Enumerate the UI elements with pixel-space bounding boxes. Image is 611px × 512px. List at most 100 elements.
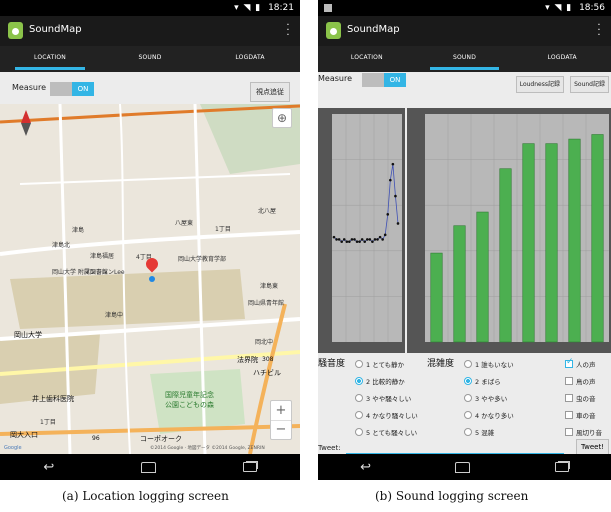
loudness-point <box>391 162 395 166</box>
noise-option-label: 2 比較的静か <box>366 378 405 386</box>
source-check-1[interactable] <box>565 357 574 368</box>
navigation-bar: ↩ <box>0 454 300 480</box>
noise-radio-3[interactable] <box>355 394 363 402</box>
noise-option-5[interactable]: 5 とても騒々しい <box>355 428 417 438</box>
action-bar: SoundMap · · · <box>0 16 300 46</box>
tweet-input[interactable] <box>346 443 564 454</box>
loudness-point <box>348 240 351 243</box>
source-option-5[interactable]: 風切り音 <box>565 428 602 438</box>
back-icon[interactable]: ↩ <box>43 460 54 475</box>
loudness-point <box>376 238 379 241</box>
zoom-out-button[interactable]: − <box>271 421 291 440</box>
noise-option-2[interactable]: 2 比較的静か <box>355 377 405 387</box>
measure-toggle[interactable]: ON <box>362 73 406 87</box>
map-label-okadai-iriguchi: 岡大入口 <box>10 431 38 439</box>
app-title: SoundMap <box>29 24 82 35</box>
crowd-radio-3[interactable] <box>464 394 472 402</box>
map-label-tsushima: 津島 <box>72 227 85 234</box>
home-icon[interactable] <box>140 461 156 473</box>
crowd-radio-4[interactable] <box>464 411 472 419</box>
source-check-4[interactable] <box>565 411 573 419</box>
loudness-point <box>368 238 372 241</box>
crowd-option-1[interactable]: 1 誰もいない <box>464 360 514 370</box>
source-option-1[interactable]: 人の声 <box>565 357 596 370</box>
noise-option-label: 1 とても静か <box>366 361 405 369</box>
loudness-point <box>353 238 356 241</box>
crowd-radio-2[interactable] <box>464 377 472 385</box>
noise-radio-4[interactable] <box>355 411 363 419</box>
source-check-3[interactable] <box>565 394 573 402</box>
zoom-in-button[interactable]: + <box>271 401 291 421</box>
follow-view-button[interactable]: 視点追従 <box>250 82 290 102</box>
source-check-2[interactable] <box>565 377 573 385</box>
noise-option-label: 4 かなり騒々しい <box>366 412 418 420</box>
tab-bar: LOCATION SOUND LOGDATA <box>318 46 611 72</box>
noise-radio-2[interactable] <box>355 377 363 385</box>
frequency-bar-chart <box>425 114 609 343</box>
current-position-dot <box>149 276 155 282</box>
recent-apps-icon[interactable] <box>554 462 569 472</box>
google-logo: Google <box>4 445 22 451</box>
map-label-copo-oak: コーポオーク <box>140 435 182 443</box>
crowd-option-5[interactable]: 5 混雑 <box>464 428 494 438</box>
caption-b: (b) Sound logging screen <box>375 489 529 503</box>
measure-toggle[interactable]: ON <box>50 82 94 96</box>
source-option-3[interactable]: 虫の音 <box>565 394 596 404</box>
tab-sound[interactable]: SOUND <box>100 46 200 72</box>
map-label-park-line2: 公園こどもの森 <box>165 401 214 409</box>
noise-option-1[interactable]: 1 とても静か <box>355 360 404 370</box>
overflow-menu-icon[interactable]: · · · <box>286 21 290 41</box>
back-icon[interactable]: ↩ <box>360 460 371 475</box>
loudness-point <box>332 235 336 239</box>
action-bar: SoundMap · · · <box>318 16 611 46</box>
status-time: 18:21 <box>268 3 294 13</box>
source-option-label: 車の音 <box>576 412 596 420</box>
measure-toggle-state: ON <box>384 73 406 87</box>
map-attribution: ©2014 Google · 地図データ ©2014 Google, ZENRI… <box>150 446 265 451</box>
status-bar: ▾ ◥ ▮ 18:56 <box>318 0 611 16</box>
status-time: 18:56 <box>579 3 605 13</box>
tab-location[interactable]: LOCATION <box>318 46 416 72</box>
sound-record-button[interactable]: Sound記録 <box>570 76 609 93</box>
crowd-option-3[interactable]: 3 やや多い <box>464 394 507 404</box>
overflow-menu-icon[interactable]: · · · <box>597 21 601 41</box>
map-label-hokaiin: 法界院 <box>237 356 258 364</box>
recent-apps-icon[interactable] <box>242 462 257 472</box>
crowd-option-2[interactable]: 2 まばら <box>464 377 501 387</box>
noise-option-4[interactable]: 4 かなり騒々しい <box>355 411 418 421</box>
tweet-label: Tweet: <box>318 444 341 452</box>
crowd-option-4[interactable]: 4 かなり多い <box>464 411 514 421</box>
source-option-2[interactable]: 鳥の声 <box>565 377 596 387</box>
noise-radio-5[interactable] <box>355 428 363 436</box>
line-plot-area <box>332 114 402 342</box>
home-icon[interactable] <box>455 461 471 473</box>
crowd-radio-1[interactable] <box>464 360 472 368</box>
my-location-icon[interactable]: ⊕ <box>272 108 292 128</box>
map-view[interactable]: ⊕ 八屋東 1丁目 北八屋 津島 津島北 津島福居 4丁目 岡山大学教育学部 岡… <box>0 104 300 454</box>
loudness-record-button[interactable]: Loudness記録 <box>515 76 564 93</box>
notification-icon <box>324 4 332 12</box>
loudness-point <box>355 240 359 243</box>
compass-icon[interactable] <box>20 110 32 136</box>
noise-radio-1[interactable] <box>355 360 363 368</box>
noise-option-3[interactable]: 3 やや騒々しい <box>355 394 411 404</box>
loudness-graph-panel <box>318 108 405 353</box>
tab-sound[interactable]: SOUND <box>416 46 514 72</box>
source-option-label: 風切り音 <box>576 429 602 437</box>
crowd-option-label: 5 混雑 <box>475 429 495 437</box>
map-label-hachibiru: ハチビル <box>253 369 281 377</box>
source-option-4[interactable]: 車の音 <box>565 411 596 421</box>
crowd-option-label: 1 誰もいない <box>475 361 514 369</box>
sound-screen: ▾ ◥ ▮ 18:56 SoundMap · · · LOCATION SOUND … <box>318 0 611 480</box>
tab-logdata[interactable]: LOGDATA <box>200 46 300 72</box>
zoom-controls: + − <box>270 400 292 440</box>
tab-logdata[interactable]: LOGDATA <box>513 46 611 72</box>
frequency-bar <box>430 252 443 343</box>
tab-location[interactable]: LOCATION <box>0 46 100 72</box>
status-bar: ▾ ◥ ▮ 18:21 <box>0 0 300 16</box>
crowd-option-label: 3 やや多い <box>475 395 508 403</box>
crowd-option-label: 2 まばら <box>475 378 501 386</box>
source-check-5[interactable] <box>565 428 573 436</box>
loudness-point <box>363 240 367 243</box>
crowd-radio-5[interactable] <box>464 428 472 436</box>
